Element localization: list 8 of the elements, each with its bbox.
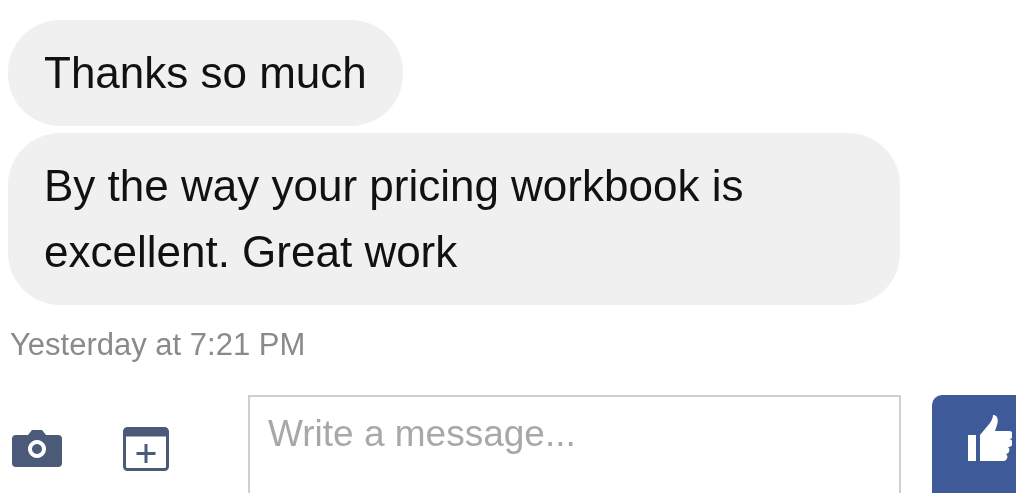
calendar-plus-icon[interactable] <box>123 427 169 471</box>
message-bubble: Thanks so much <box>8 20 403 126</box>
like-button[interactable] <box>932 395 1016 493</box>
message-bubble: By the way your pricing workbook is excellent. Great work <box>8 133 900 305</box>
camera-icon[interactable] <box>12 429 62 467</box>
thumbs-up-icon <box>968 415 1012 461</box>
message-input[interactable]: Write a message... <box>248 395 901 493</box>
message-timestamp: Yesterday at 7:21 PM <box>10 327 307 363</box>
